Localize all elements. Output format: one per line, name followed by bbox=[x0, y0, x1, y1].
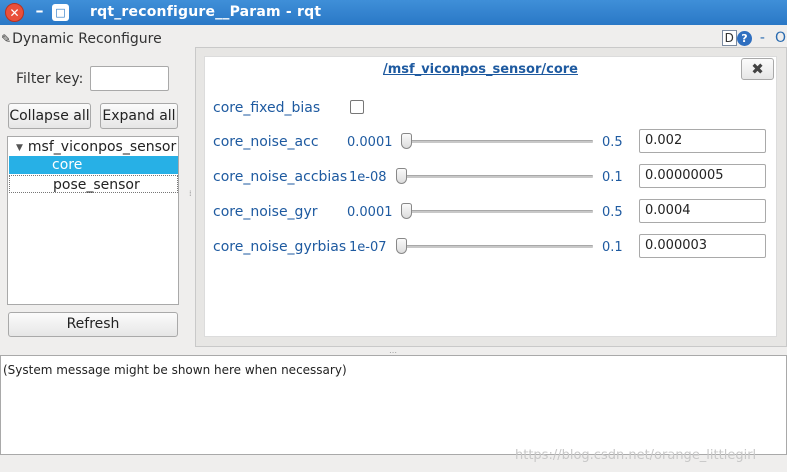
filter-key-label: Filter key: bbox=[16, 71, 84, 87]
expand-arrow-icon[interactable]: ▼ bbox=[16, 143, 23, 153]
tree-root-label: msf_viconpos_sensor bbox=[27, 139, 177, 155]
dock-d-button[interactable]: D bbox=[721, 30, 737, 46]
parameter-editor bbox=[204, 56, 777, 337]
collapse-all-button[interactable]: Collapse all bbox=[8, 103, 91, 129]
param-slider-track[interactable] bbox=[399, 175, 593, 178]
window-titlebar: ✕ – □ rqt_reconfigure__Param - rqt bbox=[0, 0, 787, 25]
param-min: 0.0001 bbox=[347, 135, 393, 150]
param-min: 1e-07 bbox=[349, 240, 387, 255]
plugin-header: ✎Dynamic Reconfigure D? - O bbox=[0, 29, 787, 49]
pencil-icon: ✎ bbox=[1, 32, 12, 46]
expand-all-button[interactable]: Expand all bbox=[100, 103, 178, 129]
close-editor-button[interactable]: ✖ bbox=[741, 58, 774, 80]
param-label: core_noise_acc bbox=[213, 134, 319, 150]
core-fixed-bias-checkbox[interactable] bbox=[350, 100, 364, 114]
param-label: core_noise_gyrbias bbox=[213, 239, 347, 255]
param-value-input[interactable]: 0.0004 bbox=[639, 199, 766, 223]
param-max: 0.5 bbox=[602, 135, 623, 150]
plugin-title: ✎Dynamic Reconfigure bbox=[1, 31, 162, 47]
close-window-button[interactable]: ✕ bbox=[5, 3, 24, 22]
param-slider-track[interactable] bbox=[399, 245, 593, 248]
watermark: https://blog.csdn.net/orange_littlegirl bbox=[515, 448, 757, 463]
maximize-window-button[interactable]: □ bbox=[52, 4, 69, 21]
param-slider-track[interactable] bbox=[404, 210, 593, 213]
minimize-window-button[interactable]: – bbox=[30, 3, 49, 22]
param-max: 0.1 bbox=[602, 240, 623, 255]
param-value-input[interactable]: 0.000003 bbox=[639, 234, 766, 258]
refresh-button[interactable]: Refresh bbox=[8, 312, 178, 337]
param-min: 0.0001 bbox=[347, 205, 393, 220]
param-min: 1e-08 bbox=[349, 170, 387, 185]
param-slider-handle[interactable] bbox=[396, 238, 407, 254]
node-tree[interactable]: ▼ msf_viconpos_sensor core pose_sensor bbox=[7, 136, 179, 305]
minimize-plugin-button[interactable]: - bbox=[760, 30, 765, 46]
param-label: core_fixed_bias bbox=[213, 100, 321, 116]
plugin-title-label: Dynamic Reconfigure bbox=[12, 31, 162, 47]
vertical-splitter-handle[interactable]: ⁞ bbox=[189, 190, 192, 198]
param-label: core_noise_gyr bbox=[213, 204, 318, 220]
param-slider-track[interactable] bbox=[404, 140, 593, 143]
param-slider-handle[interactable] bbox=[396, 168, 407, 184]
tree-item-pose-sensor[interactable]: pose_sensor bbox=[9, 175, 178, 193]
tree-item-root[interactable]: ▼ msf_viconpos_sensor bbox=[10, 138, 178, 156]
close-plugin-button[interactable]: O bbox=[775, 30, 786, 46]
param-value-input[interactable]: 0.00000005 bbox=[639, 164, 766, 188]
window-title: rqt_reconfigure__Param - rqt bbox=[90, 4, 322, 20]
param-value-input[interactable]: 0.002 bbox=[639, 129, 766, 153]
param-max: 0.1 bbox=[602, 170, 623, 185]
param-slider-handle[interactable] bbox=[401, 133, 412, 149]
filter-key-input[interactable] bbox=[90, 66, 169, 91]
namespace-title: /msf_viconpos_sensor/core bbox=[383, 62, 578, 77]
help-icon[interactable]: ? bbox=[736, 31, 752, 46]
param-max: 0.5 bbox=[602, 205, 623, 220]
system-message-text: (System message might be shown here when… bbox=[3, 363, 347, 377]
param-slider-handle[interactable] bbox=[401, 203, 412, 219]
tree-item-core[interactable]: core bbox=[9, 156, 178, 174]
param-label: core_noise_accbias bbox=[213, 169, 348, 185]
plugin-controls: D? - O bbox=[721, 30, 787, 46]
